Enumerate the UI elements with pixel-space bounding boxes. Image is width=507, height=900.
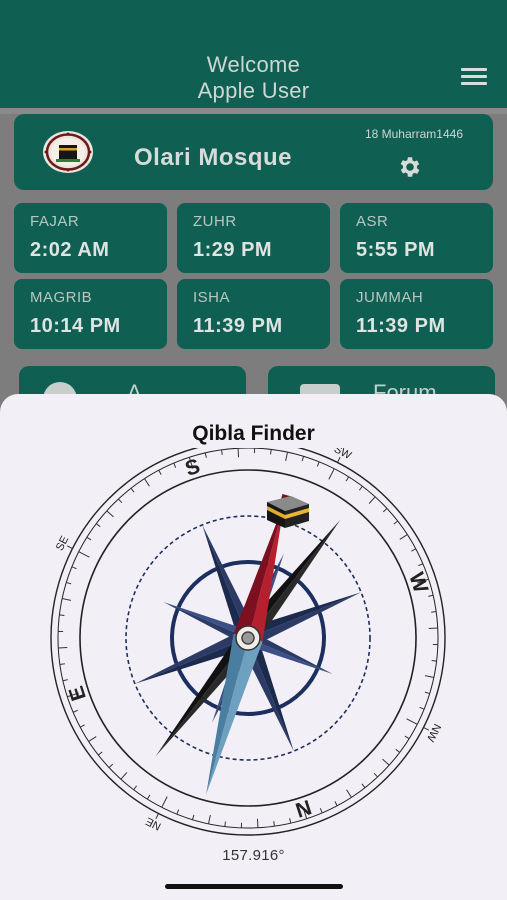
prayer-name: MAGRIB xyxy=(30,289,93,306)
mosque-name: Olari Mosque xyxy=(134,144,293,171)
welcome-line: Welcome xyxy=(206,52,301,77)
cardinal-label-nw: NW xyxy=(424,722,443,744)
home-indicator[interactable] xyxy=(165,884,343,889)
cardinal-label-se: SE xyxy=(54,534,71,553)
prayer-time: 5:55 PM xyxy=(356,239,436,261)
mosque-card[interactable]: Olari Mosque 18 Muharram1446 xyxy=(14,114,493,190)
prayer-name: ISHA xyxy=(193,289,231,306)
prayer-card-zuhr[interactable]: ZUHR 1:29 PM xyxy=(177,203,330,273)
cardinal-label-ne: NE xyxy=(144,815,163,833)
hamburger-menu-icon[interactable] xyxy=(461,68,487,86)
cardinal-label-w: W xyxy=(404,570,432,596)
prayer-card-asr[interactable]: ASR 5:55 PM xyxy=(340,203,493,273)
prayer-time: 11:39 PM xyxy=(356,315,446,337)
gear-icon[interactable] xyxy=(397,154,423,180)
app-header: Welcome Apple User xyxy=(0,0,507,108)
cardinal-label-n: N xyxy=(293,795,315,822)
prayer-name: ZUHR xyxy=(193,213,237,230)
prayer-time: 11:39 PM xyxy=(193,315,283,337)
user-name: Apple User xyxy=(197,78,310,103)
prayer-card-jummah[interactable]: JUMMAH 11:39 PM xyxy=(340,279,493,349)
sheet-title: Qibla Finder xyxy=(192,422,315,445)
qibla-compass[interactable]: N NE E SE S SW W NW xyxy=(0,448,507,848)
prayer-card-isha[interactable]: ISHA 11:39 PM xyxy=(177,279,330,349)
cardinal-label-sw: SW xyxy=(332,448,354,462)
prayer-time: 1:29 PM xyxy=(193,239,273,261)
prayer-time: 10:14 PM xyxy=(30,315,121,337)
hijri-date: 18 Muharram1446 xyxy=(364,127,463,141)
prayer-time: 2:02 AM xyxy=(30,239,110,261)
kaaba-logo-icon xyxy=(43,131,93,173)
prayer-name: JUMMAH xyxy=(356,289,424,306)
prayer-card-magrib[interactable]: MAGRIB 10:14 PM xyxy=(14,279,167,349)
prayer-name: FAJAR xyxy=(30,213,80,230)
cardinal-label-s: S xyxy=(182,455,202,481)
welcome-text: Welcome Apple User xyxy=(0,52,507,104)
kaaba-icon xyxy=(267,496,309,528)
cardinal-label-e: E xyxy=(65,683,91,703)
qibla-bottom-sheet[interactable]: Qibla Finder N NE E SE S SW W NW 157.916… xyxy=(0,394,507,900)
heading-degrees: 157.916° xyxy=(222,847,285,864)
prayer-card-fajar[interactable]: FAJAR 2:02 AM xyxy=(14,203,167,273)
prayer-name: ASR xyxy=(356,213,389,230)
